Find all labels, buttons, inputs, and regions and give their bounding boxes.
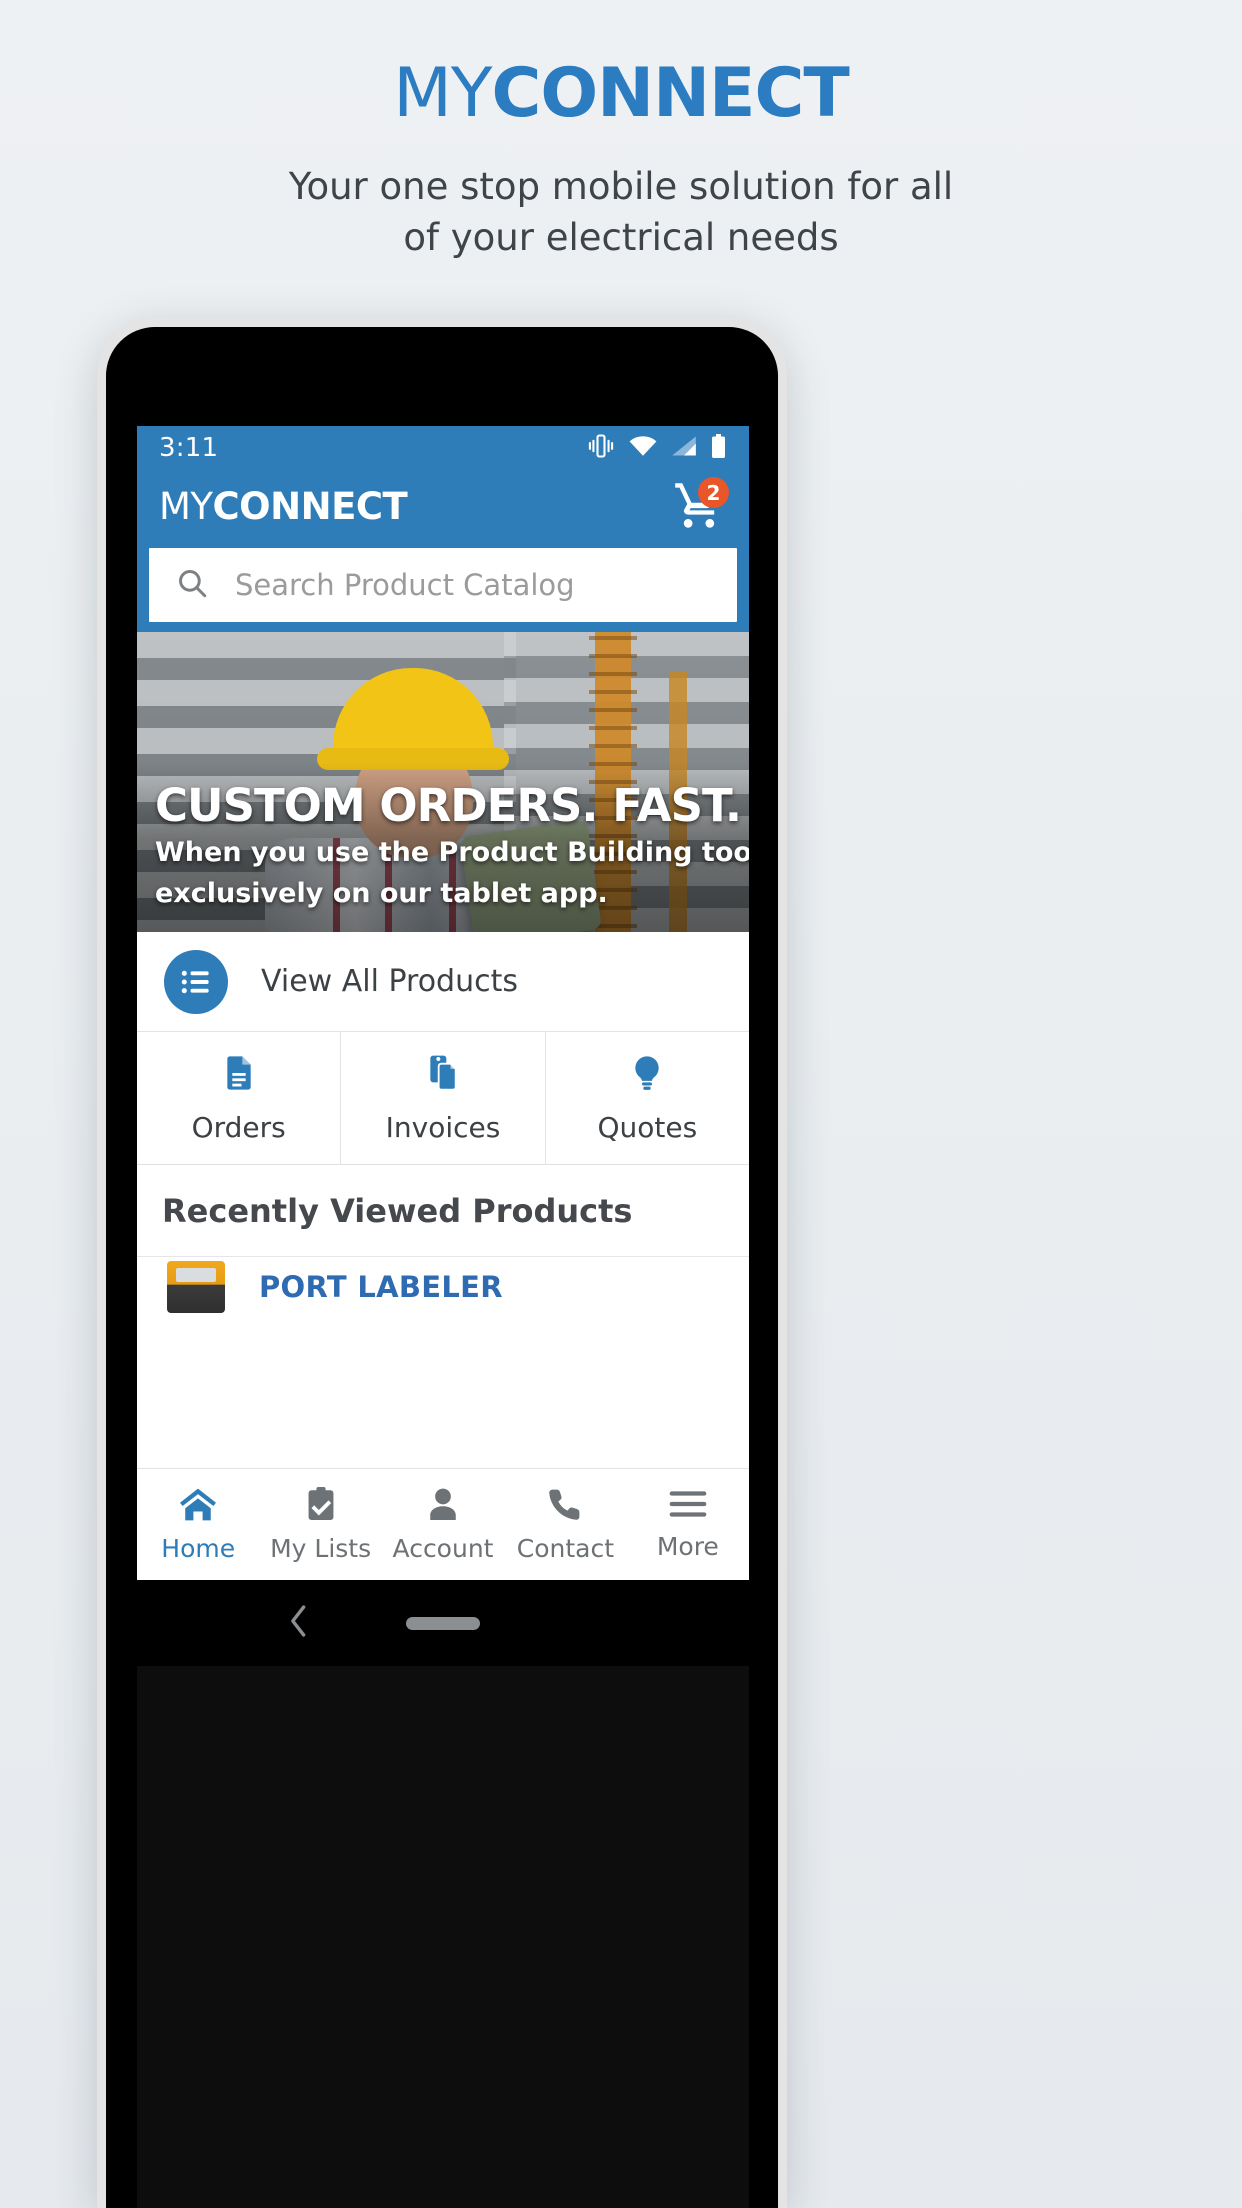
- tile-quotes-label: Quotes: [597, 1110, 698, 1144]
- product-thumbnail: [167, 1261, 225, 1313]
- lightbulb-icon: [627, 1053, 667, 1097]
- phone-mockup: 3:11 MYCONNECT 2 Search Product Catalog …: [97, 318, 787, 2208]
- nav-item-more[interactable]: More: [627, 1488, 749, 1561]
- app-logo-bold: CONNECT: [212, 484, 408, 528]
- recently-viewed-item[interactable]: PORT LABELER: [137, 1257, 749, 1317]
- app-logo-light: MY: [159, 484, 213, 528]
- tile-invoices[interactable]: Invoices: [341, 1032, 546, 1164]
- promo-title-bold: CONNECT: [491, 54, 849, 133]
- phone-bottom-area: [137, 1666, 749, 2208]
- tile-orders-label: Orders: [191, 1110, 286, 1144]
- cart-badge: 2: [698, 477, 729, 508]
- tile-invoices-label: Invoices: [385, 1110, 501, 1144]
- recently-viewed-title: Recently Viewed Products: [162, 1191, 633, 1230]
- status-bar-icons: [587, 433, 727, 463]
- search-icon: [175, 566, 209, 604]
- nav-item-account[interactable]: Account: [382, 1486, 504, 1563]
- vibrate-icon: [587, 434, 615, 462]
- hero-subtitle-line2: exclusively on our tablet app.: [155, 877, 608, 909]
- promo-subtitle: Your one stop mobile solution for all of…: [288, 165, 954, 260]
- list-icon: [164, 949, 228, 1014]
- phone-icon: [547, 1486, 583, 1526]
- cart-button[interactable]: 2: [673, 477, 729, 532]
- app-logo[interactable]: MYCONNECT: [159, 484, 408, 528]
- promo-title-light: MY: [393, 54, 492, 133]
- search-placeholder: Search Product Catalog: [235, 568, 575, 602]
- document-icon: [219, 1053, 259, 1097]
- status-bar-time: 3:11: [159, 433, 219, 463]
- nav-item-my-lists[interactable]: My Lists: [259, 1486, 381, 1563]
- bottom-navigation: Home My Lists Account Contact More: [137, 1468, 749, 1580]
- recently-viewed-header: Recently Viewed Products: [137, 1165, 749, 1257]
- copy-documents-icon: [423, 1053, 463, 1097]
- product-name: PORT LABELER: [259, 1270, 503, 1304]
- search-zone: Search Product Catalog: [137, 542, 749, 632]
- hero-subtitle-line1: When you use the Product Building tool,: [155, 837, 749, 869]
- promo-title: MYCONNECT: [0, 58, 1242, 129]
- nav-item-contact[interactable]: Contact: [504, 1486, 626, 1563]
- hero-banner[interactable]: CUSTOM ORDERS. FAST. When you use the Pr…: [137, 632, 749, 932]
- app-bar: MYCONNECT 2: [137, 470, 749, 542]
- hero-title: CUSTOM ORDERS. FAST.: [155, 779, 742, 833]
- clipboard-check-icon: [304, 1486, 338, 1526]
- search-input[interactable]: Search Product Catalog: [149, 548, 737, 622]
- wifi-icon: [628, 435, 658, 461]
- hamburger-menu-icon: [668, 1488, 708, 1524]
- cellular-signal-icon: [671, 435, 697, 461]
- home-indicator-pill[interactable]: [406, 1616, 480, 1630]
- quick-action-tiles: Orders Invoices Quotes: [137, 1032, 749, 1165]
- shopping-cart-icon: [673, 483, 725, 536]
- nav-item-my-lists-label: My Lists: [270, 1534, 372, 1563]
- person-icon: [425, 1486, 461, 1526]
- nav-item-account-label: Account: [392, 1534, 494, 1563]
- view-all-products-label: View All Products: [261, 964, 518, 999]
- back-chevron-icon[interactable]: [287, 1604, 311, 1642]
- home-icon: [178, 1486, 218, 1526]
- battery-icon: [710, 433, 727, 463]
- app-screen: 3:11 MYCONNECT 2 Search Product Catalog …: [137, 426, 749, 1580]
- nav-item-contact-label: Contact: [516, 1534, 615, 1563]
- nav-item-home-label: Home: [161, 1534, 236, 1563]
- tile-orders[interactable]: Orders: [137, 1032, 342, 1164]
- phone-screen-frame: 3:11 MYCONNECT 2 Search Product Catalog …: [106, 327, 778, 2208]
- promo-header: MYCONNECT Your one stop mobile solution …: [0, 0, 1242, 263]
- nav-item-home[interactable]: Home: [137, 1486, 259, 1563]
- nav-item-more-label: More: [656, 1532, 719, 1561]
- system-navigation-bar: [137, 1580, 749, 1666]
- status-bar: 3:11: [137, 426, 749, 470]
- hero-text-block: CUSTOM ORDERS. FAST. When you use the Pr…: [155, 779, 749, 910]
- view-all-products-row[interactable]: View All Products: [137, 932, 749, 1032]
- tile-quotes[interactable]: Quotes: [546, 1032, 749, 1164]
